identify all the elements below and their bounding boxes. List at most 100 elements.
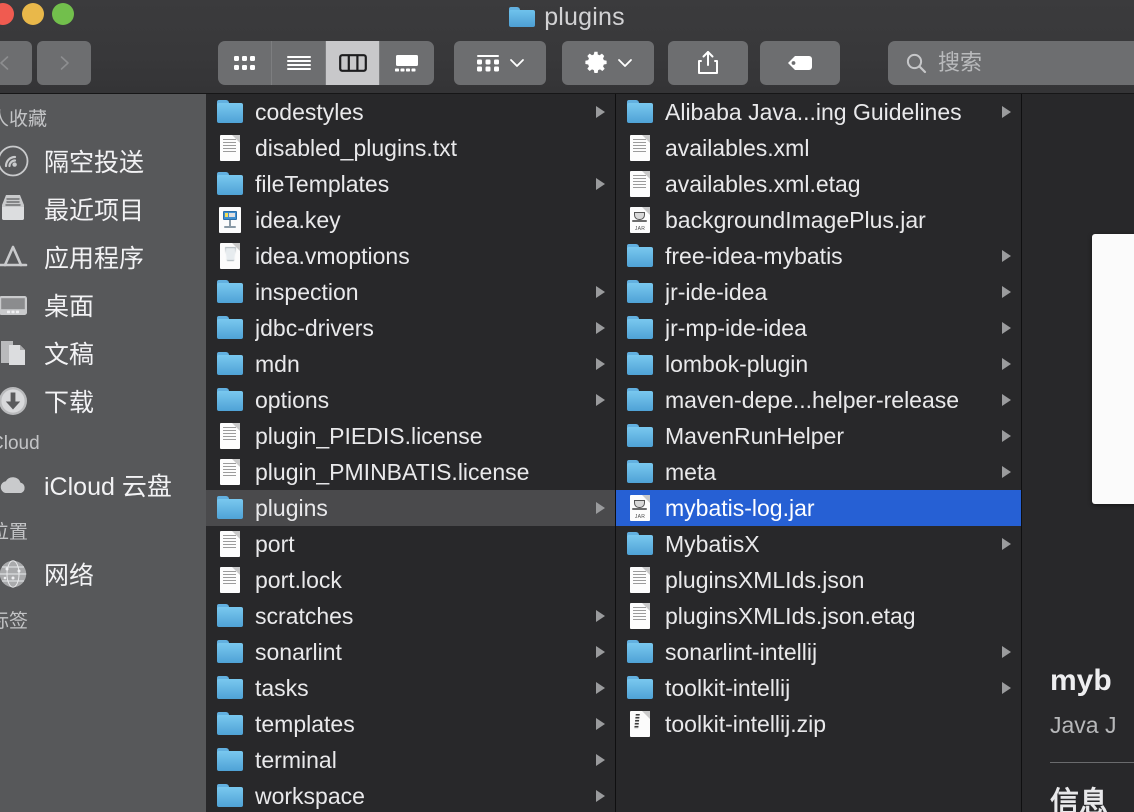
table-row[interactable]: sonarlint — [206, 634, 615, 670]
close-button[interactable] — [0, 3, 14, 25]
table-row[interactable]: jr-ide-idea — [616, 274, 1021, 310]
table-row[interactable]: port.lock — [206, 562, 615, 598]
table-row[interactable]: plugins — [206, 490, 615, 526]
file-name-label: terminal — [255, 746, 337, 773]
document-file-icon — [216, 135, 244, 161]
table-row[interactable]: options — [206, 382, 615, 418]
icon-view-button[interactable] — [218, 41, 272, 85]
back-button[interactable] — [0, 41, 32, 85]
disclosure-arrow-icon[interactable] — [596, 358, 605, 370]
disclosure-arrow-icon[interactable] — [1002, 322, 1011, 334]
table-row[interactable]: idea.key — [206, 202, 615, 238]
table-row[interactable]: pluginsXMLIds.json.etag — [616, 598, 1021, 634]
disclosure-arrow-icon[interactable] — [596, 394, 605, 406]
table-row[interactable]: inspection — [206, 274, 615, 310]
table-row[interactable]: MybatisX — [616, 526, 1021, 562]
sidebar: 人收藏 隔空投送 — [0, 94, 206, 812]
table-row[interactable]: jdbc-drivers — [206, 310, 615, 346]
disclosure-arrow-icon[interactable] — [596, 178, 605, 190]
sidebar-section-header-tags: 标签 — [0, 611, 29, 632]
file-name-label: toolkit-intellij — [665, 674, 791, 701]
disclosure-arrow-icon[interactable] — [1002, 250, 1011, 262]
table-row[interactable]: pluginsXMLIds.json — [616, 562, 1021, 598]
table-row[interactable]: disabled_plugins.txt — [206, 130, 615, 166]
sidebar-item-airdrop[interactable]: 隔空投送 — [0, 137, 206, 185]
maximize-button[interactable] — [52, 3, 74, 25]
disclosure-arrow-icon[interactable] — [596, 322, 605, 334]
table-row[interactable]: availables.xml.etag — [616, 166, 1021, 202]
table-row[interactable]: templates — [206, 706, 615, 742]
table-row[interactable]: codestyles — [206, 94, 615, 130]
table-row[interactable]: scratches — [206, 598, 615, 634]
table-row[interactable]: idea.vmoptions — [206, 238, 615, 274]
table-row[interactable]: plugin_PIEDIS.license — [206, 418, 615, 454]
folder-icon — [216, 99, 244, 125]
table-row[interactable]: MavenRunHelper — [616, 418, 1021, 454]
disclosure-arrow-icon[interactable] — [596, 502, 605, 514]
recents-icon — [0, 190, 32, 228]
sidebar-item-applications[interactable]: 应用程序 — [0, 233, 206, 281]
table-row[interactable]: terminal — [206, 742, 615, 778]
table-row[interactable]: mdn — [206, 346, 615, 382]
column-2[interactable]: Alibaba Java...ing Guidelines availables.… — [616, 94, 1022, 812]
folder-icon — [216, 675, 244, 701]
table-row[interactable]: jr-mp-ide-idea — [616, 310, 1021, 346]
column-view-button[interactable] — [326, 41, 380, 85]
table-row[interactable]: lombok-plugin — [616, 346, 1021, 382]
table-row[interactable]: plugin_PMINBATIS.license — [206, 454, 615, 490]
tag-button[interactable] — [760, 41, 840, 85]
table-row[interactable]: maven-depe...helper-release — [616, 382, 1021, 418]
minimize-button[interactable] — [22, 3, 44, 25]
sidebar-item-icloud-drive[interactable]: iCloud 云盘 — [0, 461, 206, 509]
share-button[interactable] — [668, 41, 748, 85]
table-row[interactable]: availables.xml — [616, 130, 1021, 166]
table-row[interactable]: JAR mybatis-log.jar — [616, 490, 1021, 526]
action-menu-button[interactable] — [562, 41, 654, 85]
disclosure-arrow-icon[interactable] — [596, 790, 605, 802]
disclosure-arrow-icon[interactable] — [596, 610, 605, 622]
disclosure-arrow-icon[interactable] — [1002, 394, 1011, 406]
table-row[interactable]: toolkit-intellij.zip — [616, 706, 1021, 742]
disclosure-arrow-icon[interactable] — [1002, 286, 1011, 298]
table-row[interactable]: tasks — [206, 670, 615, 706]
disclosure-arrow-icon[interactable] — [1002, 646, 1011, 658]
sidebar-item-desktop[interactable]: 桌面 — [0, 281, 206, 329]
disclosure-arrow-icon[interactable] — [596, 286, 605, 298]
group-by-button[interactable] — [454, 41, 546, 85]
table-row[interactable]: workspace — [206, 778, 615, 812]
sidebar-item-network[interactable]: 网络 — [0, 550, 206, 598]
sidebar-section-header-locations: 位置 — [0, 522, 29, 543]
disclosure-arrow-icon[interactable] — [596, 682, 605, 694]
search-input[interactable] — [938, 50, 1128, 76]
document-file-icon — [626, 603, 654, 629]
table-row[interactable]: sonarlint-intellij — [616, 634, 1021, 670]
disclosure-arrow-icon[interactable] — [1002, 430, 1011, 442]
disclosure-arrow-icon[interactable] — [1002, 682, 1011, 694]
table-row[interactable]: free-idea-mybatis — [616, 238, 1021, 274]
table-row[interactable]: Alibaba Java...ing Guidelines — [616, 94, 1021, 130]
search-field[interactable] — [888, 41, 1134, 85]
sidebar-item-label: 网络 — [44, 562, 95, 590]
disclosure-arrow-icon[interactable] — [596, 646, 605, 658]
sidebar-item-documents[interactable]: 文稿 — [0, 329, 206, 377]
list-view-button[interactable] — [272, 41, 326, 85]
disclosure-arrow-icon[interactable] — [1002, 538, 1011, 550]
page-title: plugins — [544, 2, 625, 31]
disclosure-arrow-icon[interactable] — [1002, 358, 1011, 370]
disclosure-arrow-icon[interactable] — [596, 754, 605, 766]
gallery-view-button[interactable] — [380, 41, 434, 85]
disclosure-arrow-icon[interactable] — [1002, 106, 1011, 118]
column-1[interactable]: codestyles disabled_plugins.txt fileTempla… — [206, 94, 616, 812]
sidebar-item-recents[interactable]: 最近项目 — [0, 185, 206, 233]
table-row[interactable]: toolkit-intellij — [616, 670, 1021, 706]
disclosure-arrow-icon[interactable] — [596, 106, 605, 118]
table-row[interactable]: port — [206, 526, 615, 562]
sidebar-item-downloads[interactable]: 下载 — [0, 377, 206, 425]
table-row[interactable]: JAR backgroundImagePlus.jar — [616, 202, 1021, 238]
forward-button[interactable] — [37, 41, 91, 85]
table-row[interactable]: fileTemplates — [206, 166, 615, 202]
disclosure-arrow-icon[interactable] — [596, 718, 605, 730]
disclosure-arrow-icon[interactable] — [1002, 466, 1011, 478]
table-row[interactable]: meta — [616, 454, 1021, 490]
file-name-label: pluginsXMLIds.json — [665, 566, 865, 593]
